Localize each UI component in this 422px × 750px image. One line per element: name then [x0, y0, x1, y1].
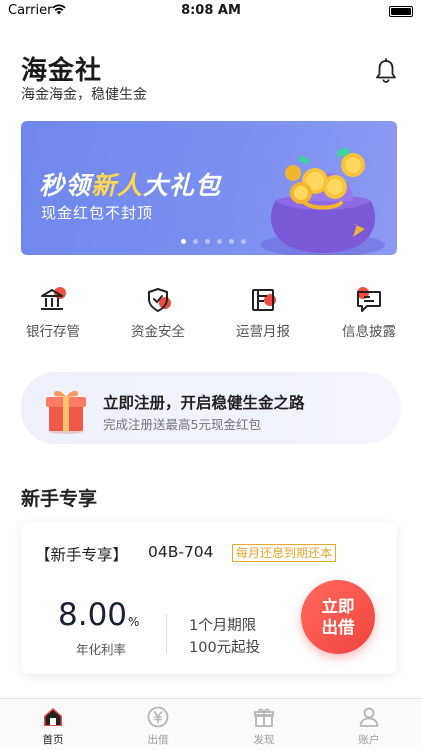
section-title: 新手专享 [21, 488, 98, 510]
pagination-dot[interactable] [180, 239, 186, 244]
quick-nav-label: 银行存管 [26, 324, 80, 340]
bank-icon [41, 287, 66, 310]
quick-nav-security[interactable]: 资金安全 [113, 285, 203, 340]
banner-title-part2: 大礼包 [143, 171, 222, 200]
banner-title: 秒领新人大礼包 [39, 166, 221, 202]
gift-box-icon [254, 708, 274, 727]
min-amount-label: 100元起投 [189, 640, 261, 656]
pagination-dot[interactable] [216, 239, 222, 244]
app-slogan: 海金海金，稳健生金 [21, 87, 147, 103]
rate-unit: % [128, 615, 140, 629]
term-label: 1个月期限 [189, 618, 257, 634]
tab-account[interactable]: 账户 [334, 706, 404, 747]
quick-nav-disclosure[interactable]: 信息披露 [324, 285, 414, 340]
banner-title-highlight: 新人 [91, 171, 144, 200]
invest-button[interactable]: 立即 出借 [301, 580, 375, 654]
tab-home[interactable]: 首页 [18, 706, 88, 747]
banner-title-part1: 秒领 [39, 171, 92, 200]
product-tag: 【新手专享】 [35, 546, 129, 564]
tab-label: 账户 [358, 734, 380, 746]
gift-icon [46, 390, 86, 434]
quick-nav-label: 资金安全 [131, 324, 185, 340]
quick-nav-label: 运营月报 [236, 324, 290, 340]
clock: 8:08 AM [181, 3, 241, 18]
pagination-dot[interactable] [204, 239, 210, 244]
message-icon [357, 287, 381, 312]
quick-nav-label: 信息披露 [342, 324, 396, 340]
banner-pagination [21, 239, 397, 244]
product-code: 04B-704 [148, 543, 214, 561]
tab-bar: 首页 出借 发现 账户 [0, 698, 422, 750]
tab-invest[interactable]: 出借 [123, 706, 193, 747]
rate-label: 年化利率 [76, 642, 127, 657]
tab-label: 出借 [147, 734, 169, 746]
divider [166, 614, 167, 654]
pagination-dot[interactable] [192, 239, 198, 244]
tab-discover[interactable]: 发现 [229, 706, 299, 747]
money-bag-illustration [261, 147, 385, 255]
promo-banner[interactable]: 秒领新人大礼包 现金红包不封顶 [21, 121, 397, 255]
tab-label: 发现 [253, 734, 275, 746]
invest-button-line1: 立即 [321, 597, 355, 616]
app-title: 海金社 [21, 56, 103, 86]
product-card[interactable]: 【新手专享】 04B-704 每月还息到期还本 8.00 % 年化利率 1个月期… [21, 522, 397, 674]
quick-nav: 银行存管 资金安全 运营月报 信息披露 [0, 285, 422, 345]
shield-icon [148, 288, 171, 312]
register-promo-card[interactable]: 立即注册，开启稳健生金之路 完成注册送最高5元现金红包 [21, 372, 401, 444]
invest-button-line2: 出借 [321, 618, 355, 637]
status-bar: Carrier 8:08 AM [0, 0, 422, 22]
banner-subtitle: 现金红包不封顶 [41, 204, 154, 222]
bell-icon[interactable] [374, 58, 398, 84]
yen-icon [147, 706, 169, 728]
rate-value: 8.00 [58, 597, 128, 633]
pagination-dot[interactable] [240, 239, 246, 244]
user-icon [359, 707, 379, 727]
pagination-dot[interactable] [228, 239, 234, 244]
quick-nav-bank[interactable]: 银行存管 [8, 285, 98, 340]
home-icon [44, 708, 62, 726]
promo-subtitle: 完成注册送最高5元现金红包 [103, 417, 261, 432]
battery-icon [389, 6, 413, 17]
repayment-badge: 每月还息到期还本 [232, 544, 337, 562]
promo-title: 立即注册，开启稳健生金之路 [103, 394, 305, 412]
report-icon [252, 289, 276, 311]
quick-nav-report[interactable]: 运营月报 [218, 285, 308, 340]
tab-label: 首页 [42, 734, 64, 746]
